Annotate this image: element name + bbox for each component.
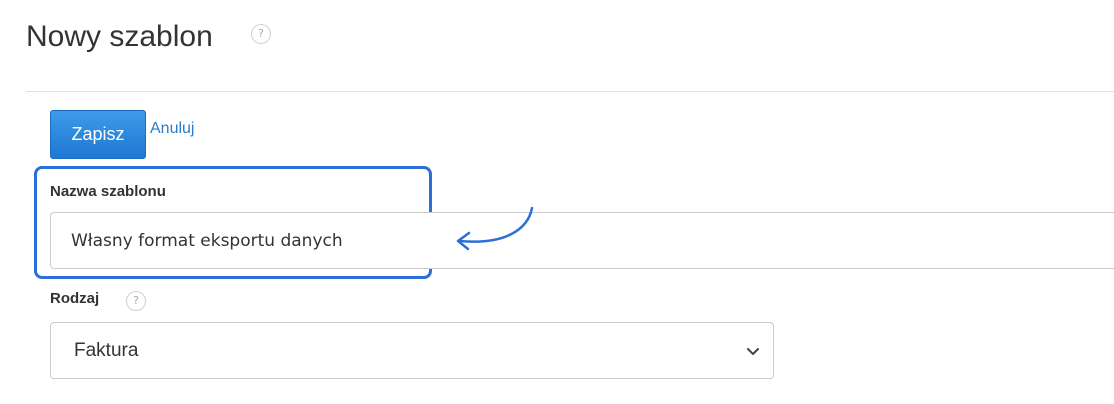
chevron-down-icon [747, 348, 759, 355]
kind-help-icon[interactable]: ? [126, 291, 146, 311]
help-icon[interactable]: ? [251, 24, 271, 44]
save-button[interactable]: Zapisz [50, 110, 146, 159]
template-name-input[interactable] [50, 212, 1114, 269]
template-name-label: Nazwa szablonu [50, 183, 166, 200]
template-editor-page: Nowy szablon ? Zapisz Anuluj Nazwa szabl… [0, 0, 1114, 404]
divider [26, 91, 1114, 92]
page-title: Nowy szablon [26, 20, 213, 53]
curved-arrow-icon [456, 206, 534, 251]
kind-select[interactable]: Faktura [50, 322, 774, 379]
kind-select-value: Faktura [74, 340, 139, 361]
cancel-link[interactable]: Anuluj [150, 120, 194, 138]
kind-label: Rodzaj [50, 290, 100, 307]
